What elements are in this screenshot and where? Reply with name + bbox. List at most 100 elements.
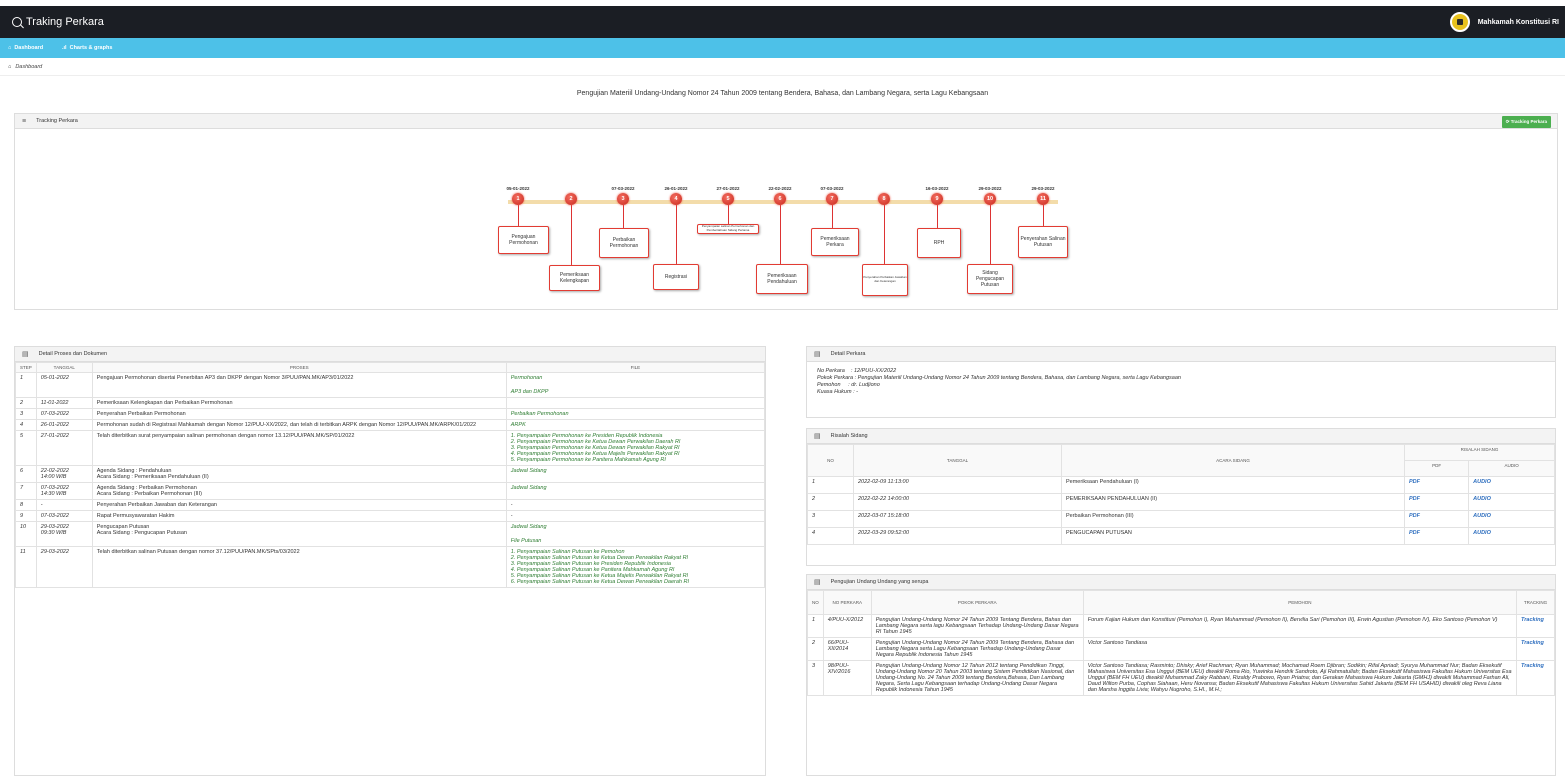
proses-cell: Penyerahan Perbaikan Permohonan [91,408,507,420]
pdf-link[interactable]: PDF [1403,493,1470,511]
audio-link[interactable]: AUDIO [1468,476,1555,494]
nav-dashboard-label: Dashboard [14,45,44,51]
tracking-perkara-button[interactable]: ⟳ Tracking Perkara [1501,116,1551,128]
table-row: 3 07-03-2022 Penyerahan Perbaikan Permohon… [15,408,765,420]
timeline-connector [571,205,572,265]
timeline-box[interactable]: RPH [917,228,961,258]
file-link[interactable]: AP3 dan DKPP [511,389,760,395]
serupa-title: Pengujian Undang Undang yang serupa [830,579,929,585]
breadcrumb: ⌂ Dashboard [8,64,42,70]
timeline-step-4[interactable]: 4 [670,193,682,205]
timeline-box[interactable]: Pemeriksaan Kelengkapan [549,265,600,291]
timeline-box[interactable]: Perbaikan Permohonan [599,228,649,258]
tracking-link[interactable]: Tracking [1516,660,1555,696]
nav-charts[interactable]: .ıl Charts & graphs [62,45,112,51]
table-row: 6 22-02-2022 14:00 WIB Agenda Sidang : Pen… [15,465,765,483]
file-link[interactable]: File Putusan [511,538,760,544]
timeline-step-1[interactable]: 1 [512,193,524,205]
audio-link[interactable]: AUDIO [1468,510,1555,528]
file-link[interactable]: Jadwal Sidang [511,468,760,474]
tracking-link[interactable]: Tracking [1516,614,1555,638]
col-pemohon: PEMOHON [1082,590,1518,615]
file-link[interactable]: 6. Penyampaian Salinan Putusan ke Ketua … [511,579,760,585]
detail-proses-table: STEP TANGGAL PROSES FILE 1 05-01-2022 Peng… [15,362,765,588]
mk-logo [1449,12,1470,32]
brand: Mahkamah Konstitusi RI [1449,12,1559,32]
timeline-box[interactable]: Penyerahan Salinan Putusan [1018,226,1068,258]
pdf-link[interactable]: PDF [1403,527,1470,545]
table-row: 11 29-03-2022 Telah diterbitkan salinan Pu… [15,546,765,588]
home-icon[interactable]: ⌂ [8,64,11,70]
file-link[interactable]: Permohonan [511,375,760,381]
table-row: 4 26-01-2022 Permohonan sudah di Registras… [15,419,765,431]
date-cell: 29-03-2022 09:30 WIB [35,521,93,547]
menu-icon: ≡ [22,117,27,125]
search-icon[interactable] [12,17,22,27]
detail-perkara-body: No Perkara : 12/PUU-XX/2022 Pokok Perkar… [807,362,1555,402]
risalah-panel: ▤ Risalah Sidang NO TANGGAL ACARA SIDANG … [806,428,1556,566]
serupa-header: ▤ Pengujian Undang Undang yang serupa [807,575,1555,590]
timeline-step-6[interactable]: 6 [774,193,786,205]
timeline-box[interactable]: Sidang Pengucapan Putusan [967,264,1013,294]
timeline-step-10[interactable]: 10 [984,193,996,205]
no-cell: 1 [807,614,824,638]
step-cell: 10 [15,521,37,547]
pdf-link[interactable]: PDF [1403,476,1470,494]
timeline-box[interactable]: Pengajuan Permohonan [498,226,549,254]
no-cell: 2 [807,493,854,511]
timeline-step-11[interactable]: 11 [1037,193,1049,205]
audio-link[interactable]: AUDIO [1468,493,1555,511]
file-link[interactable]: ARPK [511,422,760,428]
table-row: 4 2022-03-29 09:52:00 PENGUCAPAN PUTUSAN PD… [807,527,1555,545]
timeline-box[interactable]: Pemeriksaan Perkara [811,228,859,256]
pdf-link[interactable]: PDF [1403,510,1470,528]
table-row: 5 27-01-2022 Telah diterbitkan surat penya… [15,430,765,466]
timeline-step-2[interactable]: 2 [565,193,577,205]
nav-dashboard[interactable]: ⌂ Dashboard [8,45,43,51]
file-link[interactable]: 5. Penyampaian Permohonan ke Panitera Ma… [511,457,760,463]
proses-cell: Permohonan sudah di Registrasi Mahkamah … [91,419,507,431]
breadcrumb-item[interactable]: Dashboard [15,64,42,70]
timeline-box[interactable]: Registrasi [653,264,699,290]
table-row: 3 98/PUU-XIV/2016 Pengujian Undang-Undang … [807,660,1555,696]
date-cell: 2022-02-22 14:00:00 [853,493,1062,511]
timeline-box[interactable]: Pemeriksaan Pendahuluan [756,264,808,294]
app-title[interactable]: Traking Perkara [12,16,104,28]
file-link[interactable]: Perbaikan Permohonan [511,411,760,417]
table-row: 7 07-03-2022 14:30 WIB Agenda Sidang : Per… [15,482,765,500]
timeline-box[interactable]: Penyampaian salinan Permohonan dan Pembe… [697,224,759,234]
date-cell: 2022-03-29 09:52:00 [853,527,1062,545]
timeline-step-3[interactable]: 3 [617,193,629,205]
file-cell: - [505,510,765,522]
audio-link[interactable]: AUDIO [1468,527,1555,545]
timeline-date: 29-03-2022 [1031,186,1055,191]
no-perkara: No Perkara : 12/PUU-XX/2022 [817,368,897,374]
nav-bar: ⌂ Dashboard .ıl Charts & graphs [0,38,1565,58]
timeline-step-9[interactable]: 9 [931,193,943,205]
tracking-link[interactable]: Tracking [1516,637,1555,661]
timeline-connector [780,205,781,264]
file-link: - [510,502,513,508]
acara-cell: Perbaikan Permohonan (III) [1061,510,1405,528]
risalah-table: NO TANGGAL ACARA SIDANG RISALAH SIDANG P… [807,444,1555,545]
timeline-step-8[interactable]: 8 [878,193,890,205]
timeline-step-7[interactable]: 7 [826,193,838,205]
file-cell: Permohonan AP3 dan DKPP [505,372,765,398]
detail-perkara-title: Detail Perkara [830,351,866,357]
top-bar: Traking Perkara Mahkamah Konstitusi RI [0,6,1565,38]
col-tanggal: TANGGAL [35,362,93,373]
file-link[interactable]: Jadwal Sidang [511,485,760,491]
step-cell: 4 [15,419,37,431]
file-link[interactable]: Jadwal Sidang [511,524,760,530]
step-cell: 11 [15,546,37,588]
timeline-step-5[interactable]: 5 [722,193,734,205]
timeline-date: 07-03-2022 [611,186,635,191]
file-link: - [510,513,513,519]
acara-cell: Pemeriksaan Pendahuluan (I) [1061,476,1405,494]
date-cell: 2022-02-09 11:13:00 [853,476,1062,494]
table-row: 2 66/PUU-XII/2014 Pengujian Undang-Undang … [807,637,1555,661]
document-icon: ▤ [814,579,821,586]
no-perkara-cell: 66/PUU-XII/2014 [822,637,872,661]
timeline-box[interactable]: Penyerahan Perbaikan Jawaban dan Keteran… [862,264,908,296]
page-title: Pengujian Materiil Undang-Undang Nomor 2… [576,90,989,97]
